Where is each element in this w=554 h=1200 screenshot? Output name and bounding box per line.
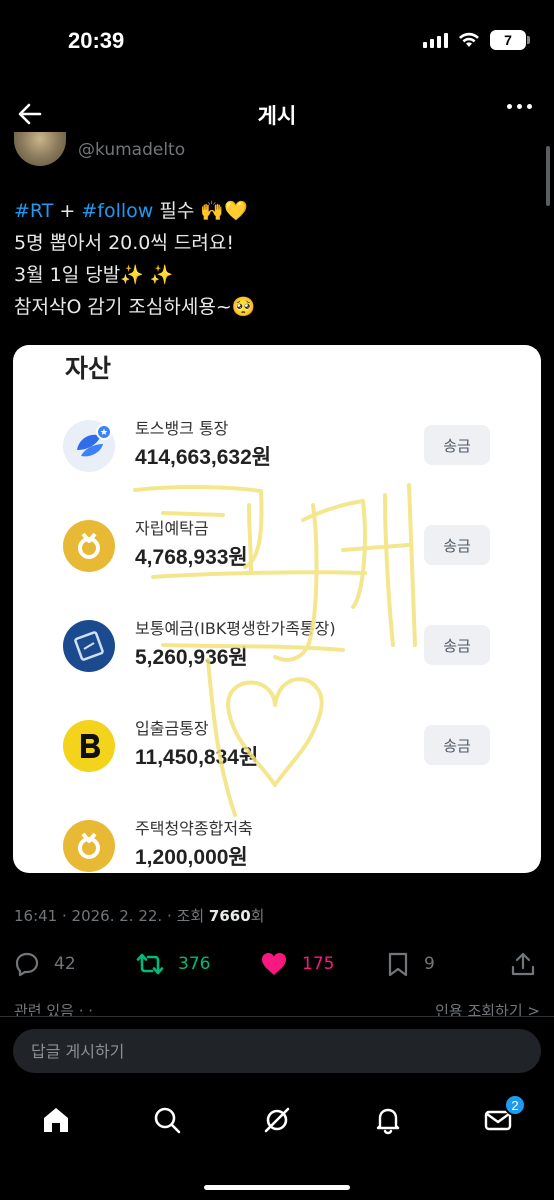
post-line-1: #RT + #follow 필수 🙌💛 bbox=[14, 195, 534, 227]
search-icon bbox=[154, 1107, 181, 1134]
send-button[interactable]: 송금 bbox=[424, 725, 490, 765]
nav-grok[interactable] bbox=[257, 1100, 297, 1140]
battery-level: 7 bbox=[504, 32, 512, 48]
hashtag-follow[interactable]: #follow bbox=[81, 200, 153, 222]
author-row: @kumadelto bbox=[14, 132, 185, 172]
wifi-icon bbox=[459, 32, 479, 47]
post-line-2: 5명 뽑아서 20.0씩 드려요! bbox=[14, 232, 234, 254]
status-bar: 20:39 7 bbox=[0, 0, 554, 80]
nav-search[interactable] bbox=[147, 1100, 187, 1140]
views-label: 조회 bbox=[176, 907, 205, 925]
cellular-signal-icon bbox=[423, 32, 448, 48]
asset-row: 입출금통장 11,450,834원 송금 bbox=[13, 715, 541, 795]
like-button[interactable]: 175 bbox=[260, 946, 334, 982]
card-title: 자산 bbox=[65, 354, 112, 383]
ibk-icon bbox=[63, 620, 115, 672]
scrollbar[interactable] bbox=[546, 146, 550, 206]
view-quotes-link[interactable]: 인용 조회하기 > bbox=[435, 1000, 540, 1016]
nav-home[interactable] bbox=[36, 1100, 76, 1140]
reply-button[interactable]: 42 bbox=[14, 946, 76, 982]
retweet-count: 376 bbox=[178, 954, 211, 974]
send-button[interactable]: 송금 bbox=[424, 525, 490, 565]
post-line-4: 참저삭O 감기 조심하세용~🥺 bbox=[14, 296, 256, 318]
asset-amount: 414,663,632원 bbox=[135, 446, 272, 469]
gold-medal-icon bbox=[63, 820, 115, 872]
asset-row: 자립예탁금 4,768,933원 송금 bbox=[13, 515, 541, 595]
share-icon bbox=[511, 952, 535, 976]
like-count: 175 bbox=[302, 954, 335, 974]
home-indicator[interactable] bbox=[204, 1185, 350, 1190]
page-title: 게시 bbox=[257, 104, 297, 128]
nav-messages[interactable]: 2 bbox=[478, 1094, 526, 1140]
bookmark-count: 9 bbox=[424, 954, 435, 974]
action-bar: 42 376 175 9 bbox=[0, 946, 554, 982]
reply-input[interactable] bbox=[13, 1029, 541, 1073]
post-date: 2026. 2. 22. bbox=[71, 907, 163, 925]
send-button[interactable]: 송금 bbox=[424, 625, 490, 665]
views-suffix: 회 bbox=[250, 907, 265, 925]
post-line-1-rest: 필수 🙌💛 bbox=[153, 200, 248, 222]
reply-bar bbox=[0, 1016, 554, 1080]
heart-icon bbox=[262, 953, 286, 975]
asset-amount: 4,768,933원 bbox=[135, 546, 248, 569]
retweet-icon bbox=[136, 953, 164, 975]
asset-name: 입출금통장 bbox=[135, 719, 209, 738]
bottom-nav: 2 bbox=[0, 1080, 554, 1200]
asset-row: 주택청약종합저축 1,200,000원 bbox=[13, 815, 541, 873]
grok-icon bbox=[264, 1107, 290, 1133]
status-time: 20:39 bbox=[68, 28, 125, 53]
battery-indicator: 7 bbox=[490, 30, 530, 50]
avatar[interactable] bbox=[14, 132, 66, 166]
messages-badge: 2 bbox=[504, 1094, 526, 1116]
gold-medal-icon bbox=[63, 520, 115, 572]
asset-row: 보통예금(IBK평생한가족통장) 5,260,936원 송금 bbox=[13, 615, 541, 695]
asset-name: 자립예탁금 bbox=[135, 519, 209, 538]
bell-icon bbox=[376, 1108, 400, 1135]
reply-count: 42 bbox=[54, 954, 76, 974]
home-icon bbox=[44, 1108, 68, 1132]
bookmark-button[interactable]: 9 bbox=[386, 946, 435, 982]
asset-amount: 11,450,834원 bbox=[135, 746, 259, 769]
nav-notifications[interactable] bbox=[368, 1100, 408, 1140]
retweet-button[interactable]: 376 bbox=[136, 946, 210, 982]
asset-amount: 1,200,000원 bbox=[135, 846, 248, 869]
asset-name: 토스뱅크 통장 bbox=[135, 419, 229, 438]
bookmark-icon bbox=[388, 952, 408, 977]
battery-icon: 7 bbox=[490, 30, 526, 50]
post-plus: + bbox=[53, 200, 82, 222]
author-handle[interactable]: @kumadelto bbox=[78, 140, 185, 160]
asset-name: 주택청약종합저축 bbox=[135, 819, 253, 838]
share-button[interactable] bbox=[510, 946, 536, 982]
view-count: 7660 bbox=[208, 907, 251, 925]
reply-icon bbox=[15, 952, 39, 977]
post-meta: 16:41 · 2026. 2. 22. · 조회 7660회 bbox=[14, 907, 265, 925]
related-posts-link[interactable]: 관련 있음 · · bbox=[14, 1000, 93, 1016]
send-button[interactable]: 송금 bbox=[424, 425, 490, 465]
header: 게시 bbox=[0, 92, 554, 136]
post-image[interactable]: 자산 토스뱅크 통장 414,663,632원 송금 자립예탁금 4,768,9… bbox=[13, 345, 541, 873]
toss-bank-icon bbox=[63, 420, 115, 472]
post-text: #RT + #follow 필수 🙌💛 5명 뽑아서 20.0씩 드려요! 3월… bbox=[14, 195, 534, 323]
status-icons: 7 bbox=[423, 30, 530, 50]
hashtag-rt[interactable]: #RT bbox=[14, 200, 53, 222]
kbank-b-icon bbox=[63, 720, 115, 772]
asset-name: 보통예금(IBK평생한가족통장) bbox=[135, 619, 336, 638]
asset-amount: 5,260,936원 bbox=[135, 646, 248, 669]
related-row: 관련 있음 · · 인용 조회하기 > bbox=[14, 998, 540, 1016]
more-options-button[interactable] bbox=[507, 104, 532, 109]
post-line-3: 3월 1일 당발✨ ✨ bbox=[14, 264, 174, 286]
asset-row: 토스뱅크 통장 414,663,632원 송금 bbox=[13, 415, 541, 495]
post-time: 16:41 bbox=[14, 907, 58, 925]
